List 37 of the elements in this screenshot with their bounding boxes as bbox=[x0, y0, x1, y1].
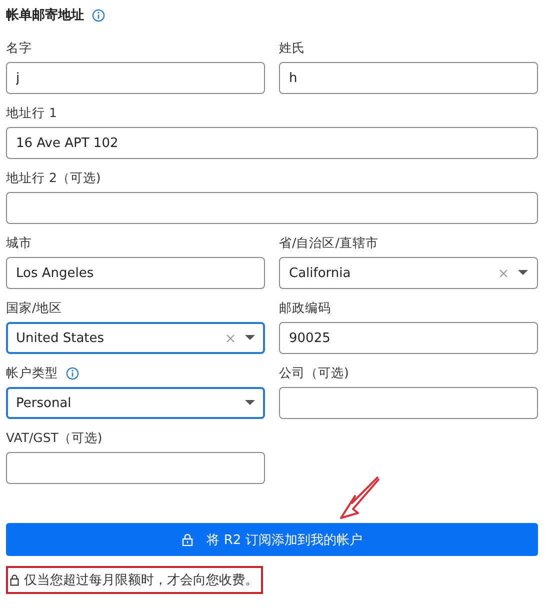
select-value: Personal bbox=[16, 396, 72, 410]
submit-button[interactable]: 将 R2 订阅添加到我的帐户 bbox=[6, 523, 538, 556]
input-field[interactable] bbox=[6, 192, 538, 224]
field-label: 城市 bbox=[6, 234, 32, 252]
info-icon[interactable] bbox=[66, 366, 79, 380]
clear-icon[interactable] bbox=[499, 268, 508, 278]
field-label: VAT/GST（可选) bbox=[6, 430, 102, 446]
select-field[interactable]: Personal bbox=[6, 387, 265, 419]
input-field[interactable]: h bbox=[279, 62, 538, 94]
section-title: 帐单邮寄地址 bbox=[6, 6, 84, 24]
field-label: 姓氏 bbox=[279, 40, 305, 56]
caret-icon[interactable] bbox=[245, 335, 255, 341]
input-field[interactable]: j bbox=[6, 62, 265, 94]
field-label: 国家/地区 bbox=[6, 300, 62, 316]
field-label: 省/自治区/直辖市 bbox=[279, 234, 378, 252]
clear-icon[interactable] bbox=[226, 334, 235, 342]
field-label: 帐户类型 bbox=[6, 364, 58, 382]
note-text: 仅当您超过每月限额时，才会向您收费。 bbox=[24, 572, 258, 589]
select-field[interactable]: United States bbox=[6, 322, 265, 354]
select-value: United States bbox=[16, 330, 106, 346]
field-label: 名字 bbox=[6, 40, 32, 56]
caret-icon[interactable] bbox=[245, 400, 255, 406]
field-label: 邮政编码 bbox=[279, 300, 331, 316]
input-field[interactable]: 90025 bbox=[279, 322, 538, 354]
field-label: 地址行 2（可选) bbox=[6, 170, 101, 186]
input-field[interactable] bbox=[279, 387, 538, 419]
input-field[interactable]: Los Angeles bbox=[6, 257, 265, 289]
field-label: 公司（可选) bbox=[279, 364, 349, 382]
field-label: 地址行 1 bbox=[6, 104, 57, 122]
caret-icon[interactable] bbox=[518, 270, 528, 276]
lock-icon bbox=[182, 533, 193, 546]
info-icon[interactable] bbox=[92, 8, 105, 22]
lock-icon bbox=[10, 574, 19, 586]
input-field[interactable] bbox=[6, 452, 265, 484]
select-field[interactable]: California bbox=[279, 257, 538, 289]
select-value: California bbox=[289, 266, 352, 280]
input-field[interactable]: 16 Ave APT 102 bbox=[6, 127, 538, 159]
